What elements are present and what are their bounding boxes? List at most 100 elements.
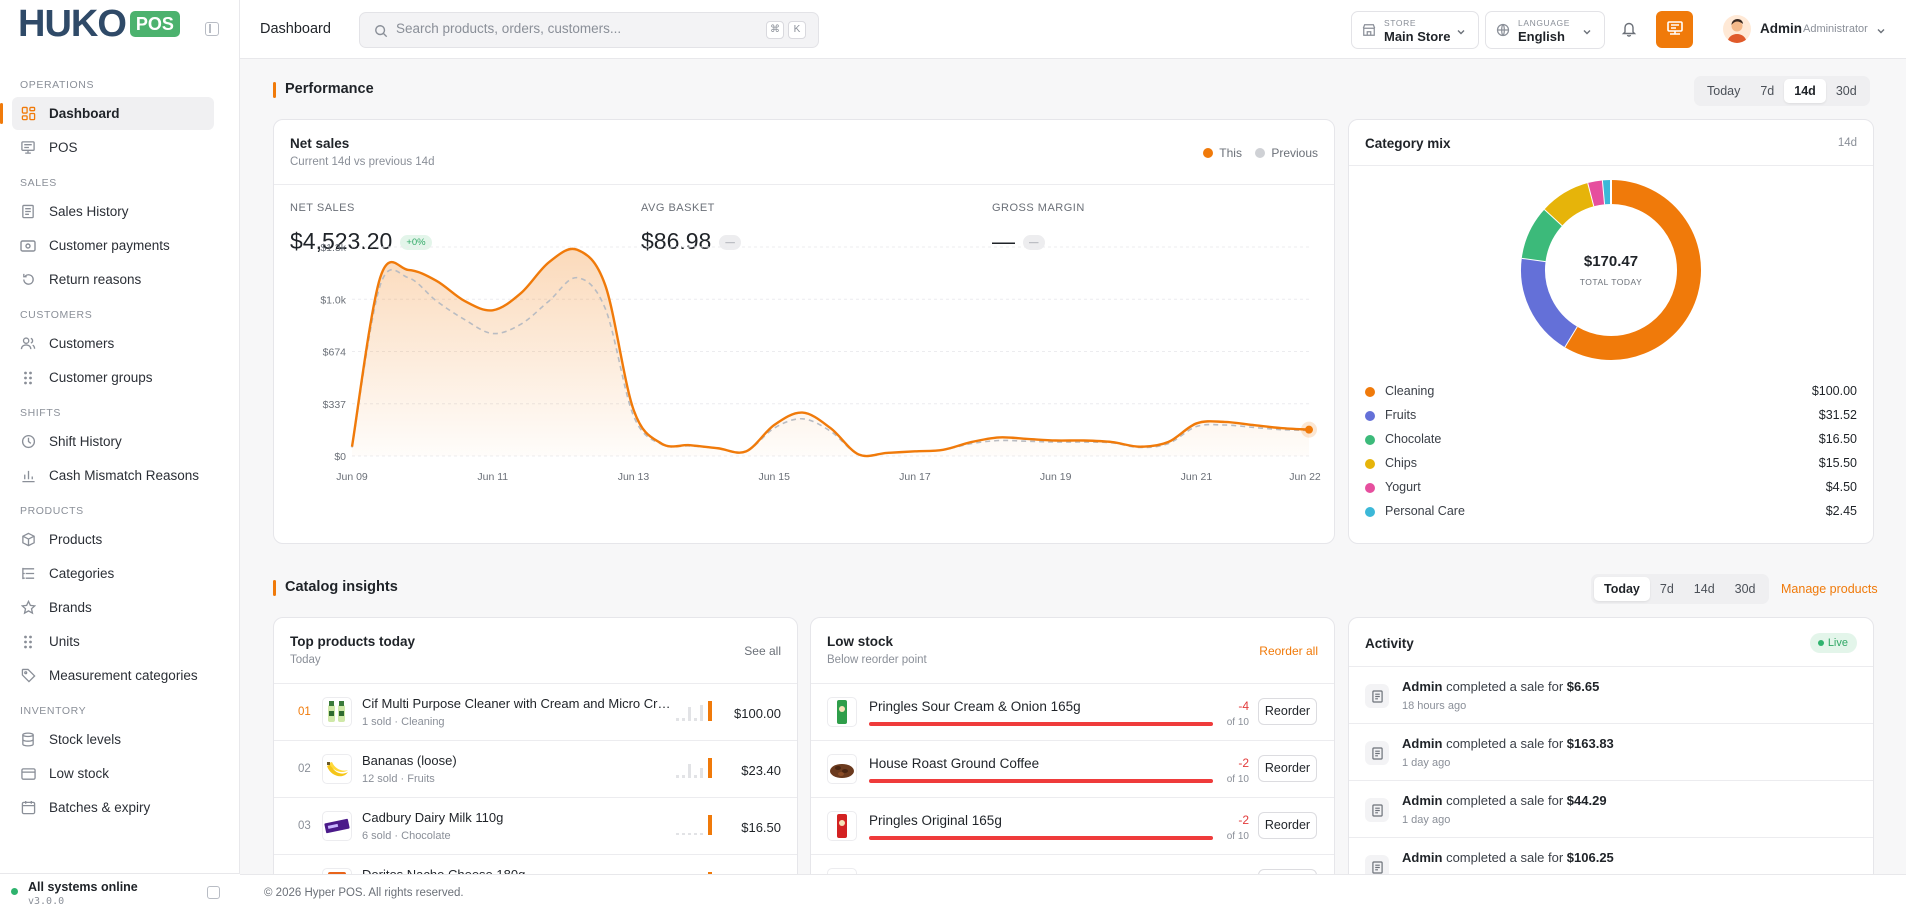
activity-item[interactable]: Admin completed a sale for $6.65 18 hour… [1349,666,1873,723]
collapse-sidebar-icon[interactable] [205,22,219,36]
range-14d[interactable]: 14d [1684,577,1725,601]
reorder-button[interactable]: Reorder [1258,755,1317,782]
status-dot-icon [11,888,18,895]
category-legend-item[interactable]: Fruits $31.52 [1365,407,1857,425]
section-title-shifts: SHIFTS [20,407,61,419]
sidebar-item-dashboard[interactable]: Dashboard [0,97,214,130]
category-amount: $15.50 [1818,456,1857,470]
range-14d[interactable]: 14d [1784,79,1826,103]
category-legend-item[interactable]: Chips $15.50 [1365,455,1857,473]
list-item[interactable]: 01 Cif Multi Purpose Cleaner with Cream … [274,683,797,740]
store-selector[interactable]: STORE Main Store [1351,11,1479,49]
category-legend-item[interactable]: Chocolate $16.50 [1365,431,1857,449]
list-item[interactable]: 03 Cadbury Dairy Milk 110g 6 sold · Choc… [274,797,797,854]
see-all-link[interactable]: See all [744,644,781,658]
reorder-button[interactable]: Reorder [1258,698,1317,725]
range-7d[interactable]: 7d [1750,79,1784,103]
activity-text: Admin completed a sale for $6.65 [1402,679,1600,694]
category-name: Yogurt [1385,480,1421,494]
legend-dot-icon [1365,387,1375,397]
x-tick-label: Jun 09 [336,471,368,483]
x-tick-label: Jun 11 [477,471,508,483]
collapse-panel-icon[interactable] [207,886,220,899]
users-icon [20,336,36,352]
status-text: All systems online [28,880,138,894]
user-name[interactable]: Admin [1760,21,1802,36]
legend-previous[interactable]: Previous [1255,146,1318,160]
range-30d[interactable]: 30d [1826,79,1867,103]
sidebar-item-customer-payments[interactable]: Customer payments [12,229,214,262]
sidebar-item-stock-levels[interactable]: Stock levels [12,723,214,756]
search-input[interactable] [396,21,746,36]
list-item[interactable]: 02 Bananas (loose) 12 sold · Fruits $23.… [274,740,797,797]
system-status: All systems online v3.0.0 [0,873,240,911]
legend-this[interactable]: This [1203,146,1242,160]
sidebar-item-measurement-categories[interactable]: Measurement categories [12,659,214,692]
stock-level-bar [869,779,1213,783]
x-tick-label: Jun 19 [1040,471,1072,483]
sidebar-item-low-stock[interactable]: Low stock [12,757,214,790]
shortcut-key-cmd: ⌘ [766,21,784,39]
activity-item[interactable]: Admin completed a sale for $163.83 1 day… [1349,723,1873,780]
list-item: House Roast Ground Coffee -2 of 10 Reord… [811,740,1334,797]
sidebar-item-customers[interactable]: Customers [12,327,214,360]
range-today[interactable]: Today [1594,577,1650,601]
logo[interactable]: HUKO POS [18,3,180,45]
donut-slice-yogurt[interactable] [1588,180,1606,207]
sidebar-item-label: Shift History [49,434,122,449]
stock-qty: -2 [1238,813,1249,827]
sidebar-item-shift-history[interactable]: Shift History [12,425,214,458]
range-today[interactable]: Today [1697,79,1750,103]
performance-range-toggle: Today 7d 14d 30d [1694,76,1870,106]
card-subtitle: Current 14d vs previous 14d [290,156,435,168]
sidebar-nav: OPERATIONS Dashboard POS SALES Sales His… [0,74,240,825]
sidebar-item-units[interactable]: Units [12,625,214,658]
search-bar[interactable]: ⌘ K [359,12,819,48]
sidebar-item-batches-expiry[interactable]: Batches & expiry [12,791,214,824]
language-selector[interactable]: LANGUAGE English [1485,11,1605,49]
range-7d[interactable]: 7d [1650,577,1684,601]
sidebar-item-sales-history[interactable]: Sales History [12,195,214,228]
user-role: Administrator [1803,23,1868,35]
section-title-sales: SALES [20,177,57,189]
card-title: Activity [1365,636,1414,651]
open-register-button[interactable] [1656,11,1693,48]
donut-slice-chips[interactable] [1544,182,1595,226]
category-name: Fruits [1385,408,1417,422]
rank: 01 [298,706,311,718]
sidebar-item-label: Batches & expiry [49,800,151,815]
low-stock-card: Low stock Below reorder point Reorder al… [810,617,1335,911]
category-amount: $4.50 [1825,480,1857,494]
category-legend-item[interactable]: Personal Care $2.45 [1365,503,1857,521]
chevron-down-icon[interactable] [1876,24,1886,39]
section-title-products: PRODUCTS [20,505,84,517]
manage-products-link[interactable]: Manage products [1781,582,1878,596]
footer: © 2026 Hyper POS. All rights reserved. [240,874,1906,911]
dashboard-icon [20,106,36,122]
sidebar-item-cash-mismatch-reasons[interactable]: Cash Mismatch Reasons [12,459,214,492]
stock-qty: -2 [1238,756,1249,770]
store-value: Main Store [1384,29,1451,44]
sidebar-item-customer-groups[interactable]: Customer groups [12,361,214,394]
bell-icon[interactable] [1621,20,1637,40]
sidebar-item-label: Customers [49,336,115,351]
category-legend-item[interactable]: Yogurt $4.50 [1365,479,1857,497]
category-legend-item[interactable]: Cleaning $100.00 [1365,383,1857,401]
series-this-area [352,248,1309,457]
range-30d[interactable]: 30d [1725,577,1766,601]
sidebar-item-label: Brands [49,600,92,615]
sidebar-item-return-reasons[interactable]: Return reasons [12,263,214,296]
reorder-all-link[interactable]: Reorder all [1259,644,1318,658]
avatar[interactable] [1723,15,1751,43]
net-sales-chart: $0 $337 $674 $1.0k $1.3k Jun 09 Jun 11 Jun 13 Ju… [320,242,1321,483]
receipt-icon [1365,798,1389,822]
activity-item[interactable]: Admin completed a sale for $44.29 1 day … [1349,780,1873,837]
donut-slice-cleaning[interactable] [1564,180,1701,360]
sidebar-item-categories[interactable]: Categories [12,557,214,590]
sidebar-item-products[interactable]: Products [12,523,214,556]
donut-slice-fruits[interactable] [1521,257,1578,347]
reorder-button[interactable]: Reorder [1258,812,1317,839]
sidebar-item-brands[interactable]: Brands [12,591,214,624]
tag-icon [20,668,36,684]
sidebar-item-pos[interactable]: POS [12,131,214,164]
